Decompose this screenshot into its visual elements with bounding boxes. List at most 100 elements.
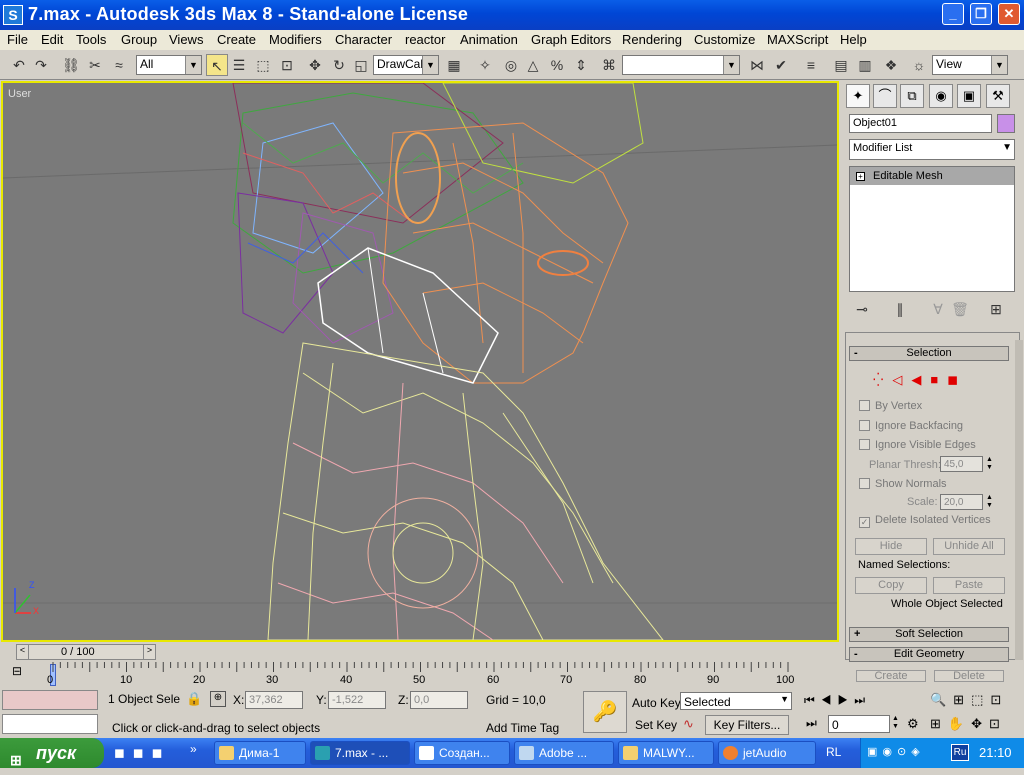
current-frame-field[interactable]: 0 bbox=[828, 715, 890, 733]
select-object-icon[interactable]: ↖ bbox=[206, 54, 228, 76]
object-name-field[interactable]: Object01 bbox=[849, 114, 992, 133]
language-bar[interactable]: RL bbox=[826, 745, 841, 759]
reference-coordinate-dropdown[interactable]: View ▼ bbox=[932, 55, 1008, 75]
expand-icon[interactable]: + bbox=[856, 172, 865, 181]
frame-spinner[interactable]: ▲ ▼ bbox=[892, 715, 899, 731]
show-end-result-icon[interactable]: ∥ bbox=[889, 298, 911, 320]
restore-button[interactable]: ❐ bbox=[970, 3, 992, 25]
menu-edit[interactable]: Edit bbox=[41, 32, 63, 47]
scale-spinner[interactable]: ▲ ▼ bbox=[986, 494, 993, 510]
lock-selection-icon[interactable]: 🔒 bbox=[186, 691, 202, 707]
viewport-nav-bottom[interactable]: ⊞✋✥⊡ bbox=[930, 716, 1007, 732]
quick-launch-more-icon[interactable]: » bbox=[190, 742, 197, 756]
menu-customize[interactable]: Customize bbox=[694, 32, 755, 47]
snap-toggle-icon[interactable]: ◎ bbox=[500, 54, 522, 76]
menu-reactor[interactable]: reactor bbox=[405, 32, 445, 47]
menu-file[interactable]: File bbox=[7, 32, 28, 47]
selection-rollout-header[interactable]: - Selection bbox=[849, 346, 1009, 361]
configure-modifier-sets-icon[interactable]: ⊞ bbox=[985, 298, 1007, 320]
select-by-name-icon[interactable]: ☰ bbox=[228, 54, 250, 76]
window-crossing-icon[interactable]: ⊡ bbox=[276, 54, 298, 76]
unlink-icon[interactable]: ✂ bbox=[84, 54, 106, 76]
modifier-stack[interactable]: + Editable Mesh bbox=[849, 166, 1015, 292]
named-selection-set-dropdown[interactable]: ▼ bbox=[622, 55, 740, 75]
sub-object-level-icons[interactable]: ⁛◁◀■◼ bbox=[873, 372, 967, 388]
command-panel-scrollbar[interactable] bbox=[1015, 340, 1023, 660]
task-jetaudio[interactable]: jetAudio bbox=[718, 741, 816, 765]
menu-character[interactable]: Character bbox=[335, 32, 392, 47]
key-mode-toggle-icon[interactable]: ⏭ bbox=[806, 716, 817, 731]
render-scene-icon[interactable]: ☼ bbox=[908, 54, 930, 76]
close-button[interactable]: ✕ bbox=[998, 3, 1020, 25]
create-button[interactable]: Create bbox=[856, 670, 926, 682]
pin-stack-icon[interactable]: ⊸ bbox=[851, 298, 873, 320]
select-and-manipulate-icon[interactable]: ✧ bbox=[474, 54, 496, 76]
set-key-icon[interactable]: 🔑 bbox=[583, 691, 627, 733]
modifier-list-dropdown[interactable]: Modifier List ▼ bbox=[849, 139, 1015, 160]
viewport[interactable]: User Z X bbox=[1, 81, 839, 642]
stack-item-editable-mesh[interactable]: + Editable Mesh bbox=[850, 167, 1014, 185]
next-frame-icon[interactable]: > bbox=[143, 645, 155, 659]
y-coordinate-field[interactable]: -1,522 bbox=[328, 691, 386, 709]
show-normals-checkbox[interactable]: Show Normals bbox=[859, 478, 947, 490]
utilities-tab-icon[interactable]: ⚒ bbox=[986, 84, 1010, 108]
named-selection-dropdown[interactable]: DrawCall ▼ bbox=[373, 55, 439, 75]
time-slider[interactable]: < 0 / 100 > bbox=[16, 644, 156, 660]
maxscript-listener-white[interactable] bbox=[2, 714, 98, 734]
unhide-all-button[interactable]: Unhide All bbox=[933, 538, 1005, 555]
default-tangents-icon[interactable]: ∿ bbox=[683, 716, 694, 732]
task-3dsmax[interactable]: 7.max - ... bbox=[310, 741, 410, 765]
set-key-button[interactable]: Set Key bbox=[635, 718, 677, 732]
schematic-view-icon[interactable]: ▥ bbox=[854, 54, 876, 76]
bind-space-warp-icon[interactable]: ≈ bbox=[108, 54, 130, 76]
rectangle-selection-icon[interactable]: ⬚ bbox=[252, 54, 274, 76]
app-icon[interactable]: S bbox=[3, 5, 23, 25]
x-coordinate-field[interactable]: 37,362 bbox=[245, 691, 303, 709]
viewport-nav-top[interactable]: 🔍⊞⬚⊡ bbox=[930, 692, 1008, 708]
menu-views[interactable]: Views bbox=[169, 32, 203, 47]
selection-filter-dropdown[interactable]: All ▼ bbox=[136, 55, 202, 75]
menu-rendering[interactable]: Rendering bbox=[622, 32, 682, 47]
percent-snap-icon[interactable]: % bbox=[546, 54, 568, 76]
menu-tools[interactable]: Tools bbox=[76, 32, 106, 47]
start-button[interactable]: ⊞ пуск bbox=[0, 738, 104, 768]
edit-named-selection-icon[interactable]: ⌘ bbox=[598, 54, 620, 76]
remove-modifier-icon[interactable]: 🗑 bbox=[949, 298, 971, 320]
maxscript-listener-pink[interactable] bbox=[2, 690, 98, 710]
scale-icon[interactable]: ◱ bbox=[350, 54, 372, 76]
scale-input[interactable]: 20,0 bbox=[940, 494, 983, 510]
link-icon[interactable]: ⛓ bbox=[60, 54, 82, 76]
use-pivot-center-icon[interactable]: ▦ bbox=[443, 54, 465, 76]
ignore-backfacing-checkbox[interactable]: Ignore Backfacing bbox=[859, 420, 963, 432]
hide-button[interactable]: Hide bbox=[855, 538, 927, 555]
paste-button[interactable]: Paste bbox=[933, 577, 1005, 594]
task-malwy[interactable]: MALWY... bbox=[618, 741, 714, 765]
task-dima-1[interactable]: Дима-1 bbox=[214, 741, 306, 765]
minimize-button[interactable]: _ bbox=[942, 3, 964, 25]
undo-icon[interactable]: ↶ bbox=[8, 54, 30, 76]
hierarchy-tab-icon[interactable]: ⧉ bbox=[900, 84, 924, 108]
edit-geometry-rollout-header[interactable]: - Edit Geometry bbox=[849, 647, 1009, 662]
create-tab-icon[interactable]: ✦ bbox=[846, 84, 870, 108]
align-icon[interactable]: ✔ bbox=[770, 54, 792, 76]
planar-thresh-spinner[interactable]: ▲ ▼ bbox=[986, 456, 993, 472]
angle-snap-icon[interactable]: △ bbox=[522, 54, 544, 76]
tray-language-indicator[interactable]: Ru bbox=[951, 744, 969, 761]
menu-maxscript[interactable]: MAXScript bbox=[767, 32, 828, 47]
copy-button[interactable]: Copy bbox=[855, 577, 927, 594]
menu-create[interactable]: Create bbox=[217, 32, 256, 47]
modify-tab-icon[interactable]: ⌒ bbox=[873, 84, 897, 108]
soft-selection-rollout-header[interactable]: + Soft Selection bbox=[849, 627, 1009, 642]
mirror-icon[interactable]: ⋈ bbox=[746, 54, 768, 76]
planar-thresh-input[interactable]: 45,0 bbox=[940, 456, 983, 472]
curve-editor-icon[interactable]: ▤ bbox=[830, 54, 852, 76]
menu-graph-editors[interactable]: Graph Editors bbox=[531, 32, 611, 47]
auto-key-button[interactable]: Auto Key bbox=[632, 696, 681, 710]
key-filters-button[interactable]: Key Filters... bbox=[705, 715, 789, 735]
redo-icon[interactable]: ↷ bbox=[30, 54, 52, 76]
prev-frame-icon[interactable]: < bbox=[17, 645, 29, 659]
delete-isolated-vertices-checkbox[interactable]: ✓ Delete Isolated Vertices bbox=[859, 514, 991, 528]
absolute-mode-icon[interactable]: ⊕ bbox=[210, 691, 226, 707]
menu-group[interactable]: Group bbox=[121, 32, 157, 47]
tray-icons[interactable]: ▣◉⊙◈ bbox=[867, 745, 925, 758]
